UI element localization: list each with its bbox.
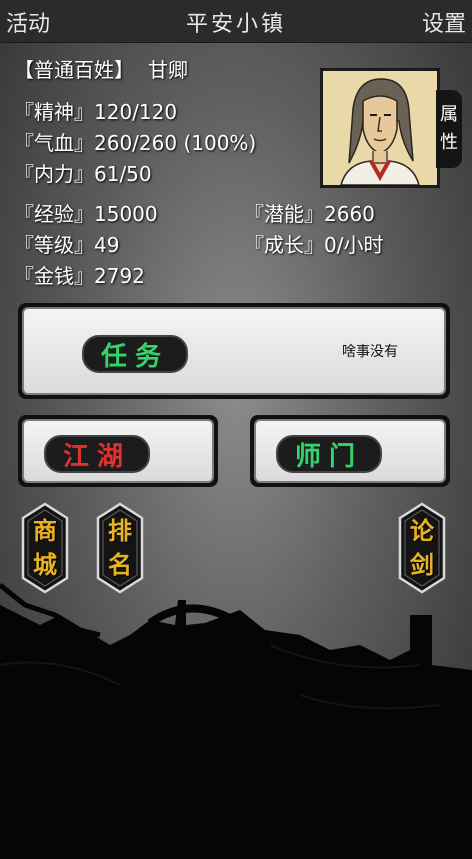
stat-experience: 『经验』15000 — [14, 202, 158, 226]
character-portrait[interactable] — [320, 68, 440, 188]
player-name: 甘卿 — [148, 58, 188, 82]
top-bar: 活动 平安小镇 设置 — [0, 0, 472, 43]
shimen-button[interactable]: 师门 — [250, 415, 450, 487]
location-title: 平安小镇 — [185, 12, 286, 37]
duel-char1: 论 — [410, 516, 434, 545]
shop-label: 商 城 — [20, 514, 70, 582]
jianghu-button-inner: 江湖 — [22, 419, 214, 483]
stat-level: 『等级』49 — [14, 233, 120, 257]
shimen-label: 师门 — [276, 435, 382, 473]
shop-char1: 商 — [33, 516, 57, 545]
stat-health: 『气血』260/260 (100%) — [14, 131, 257, 155]
player-rank: 【普通百姓】 — [14, 58, 134, 82]
attributes-tab[interactable]: 属 性 — [436, 90, 462, 168]
ranking-label: 排 名 — [95, 514, 145, 582]
task-panel-inner: 任务 啥事没有 — [22, 307, 446, 395]
attributes-tab-char1: 属 — [440, 104, 458, 125]
stat-spirit: 『精神』120/120 — [14, 100, 178, 124]
town-silhouette — [0, 583, 472, 859]
stat-inner-power: 『内力』61/50 — [14, 162, 152, 186]
stat-growth: 『成长』0/小时 — [244, 233, 384, 257]
task-label: 任务 — [82, 335, 188, 373]
task-status: 啥事没有 — [342, 344, 398, 360]
task-panel[interactable]: 任务 啥事没有 — [18, 303, 450, 399]
stat-potential: 『潜能』2660 — [244, 202, 375, 226]
stat-money: 『金钱』2792 — [14, 264, 145, 288]
attributes-tab-char2: 性 — [440, 132, 458, 153]
ranking-char1: 排 — [108, 516, 132, 545]
shimen-button-inner: 师门 — [254, 419, 446, 483]
settings-button[interactable]: 设置 — [422, 6, 466, 38]
duel-label: 论 剑 — [397, 514, 447, 582]
jianghu-button[interactable]: 江湖 — [18, 415, 218, 487]
portrait-image — [323, 71, 437, 186]
jianghu-label: 江湖 — [44, 435, 150, 473]
